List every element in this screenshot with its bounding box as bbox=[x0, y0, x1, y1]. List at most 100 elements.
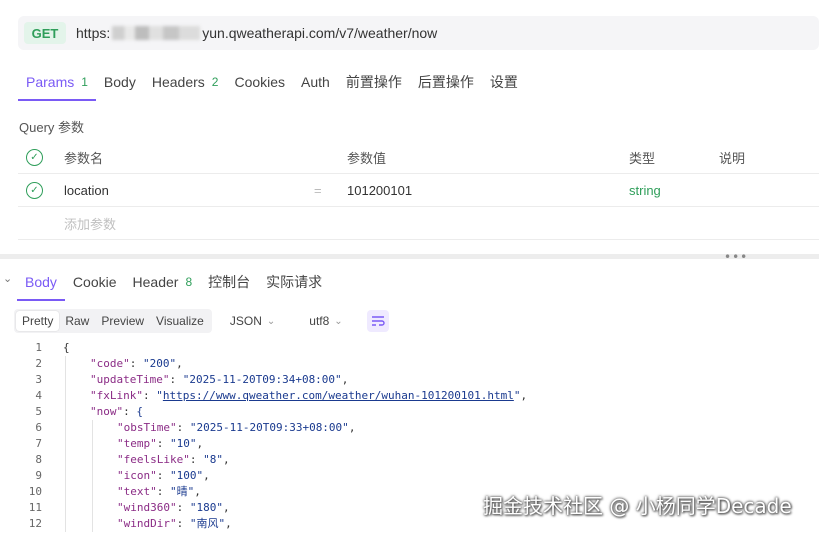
tab-label: Cookies bbox=[234, 74, 286, 90]
tab-post-script[interactable]: 后置操作 bbox=[410, 64, 482, 100]
tab-label: Body bbox=[25, 274, 57, 290]
json-key: "windDir" bbox=[117, 517, 177, 530]
code-line: 6 "obsTime": "2025-11-20T09:33+08:00", bbox=[0, 420, 819, 436]
watermark: 掘金技术社区 @ 小杨同学Decade bbox=[483, 494, 792, 518]
json-punct: , bbox=[341, 373, 349, 386]
indent-guide bbox=[65, 356, 66, 532]
json-value: "2025-11-20T09:34+08:00" bbox=[182, 373, 342, 386]
wrap-icon bbox=[371, 316, 385, 326]
tab-console[interactable]: 控制台 bbox=[200, 264, 258, 300]
encoding-select[interactable]: utf8 ⌄ bbox=[309, 314, 342, 328]
encoding-select-value: utf8 bbox=[309, 314, 330, 328]
chevron-down-icon: ⌄ bbox=[334, 315, 343, 327]
code-line: 5 "now": { bbox=[0, 404, 819, 420]
json-value: "晴" bbox=[170, 485, 195, 498]
tab-label: Body bbox=[103, 74, 136, 90]
tab-headers[interactable]: Headers 2 bbox=[144, 64, 227, 100]
redacted-url-segment bbox=[112, 26, 201, 40]
format-select[interactable]: JSON ⌄ bbox=[230, 314, 275, 328]
tab-pre-script[interactable]: 前置操作 bbox=[338, 64, 410, 100]
code-line: 1{ bbox=[0, 340, 819, 356]
tab-response-cookie[interactable]: Cookie bbox=[65, 264, 125, 300]
code-text: "code": "200", bbox=[90, 357, 183, 370]
json-key: "now" bbox=[90, 405, 124, 418]
params-table: ✓ 参数名 参数值 类型 说明 ✓ location = 101200101 s… bbox=[18, 141, 819, 240]
splitter-handle-icon[interactable]: ••• bbox=[724, 250, 748, 264]
http-method-badge[interactable]: GET bbox=[24, 22, 66, 44]
collapse-chevron-icon[interactable]: ⌄ bbox=[3, 272, 12, 285]
check-icon: ✓ bbox=[26, 182, 43, 199]
tab-params[interactable]: Params 1 bbox=[18, 64, 96, 101]
param-name-input[interactable]: location bbox=[64, 174, 109, 207]
column-header-desc: 说明 bbox=[719, 151, 746, 166]
code-text: "text": "晴", bbox=[117, 485, 201, 498]
json-key: "feelsLike" bbox=[117, 453, 190, 466]
line-number: 6 bbox=[35, 421, 42, 434]
json-key: "icon" bbox=[117, 469, 157, 482]
tab-actual-request[interactable]: 实际请求 bbox=[258, 264, 330, 300]
code-line: 2 "code": "200", bbox=[0, 356, 819, 372]
code-text: "feelsLike": "8", bbox=[117, 453, 230, 466]
json-punct: , bbox=[222, 453, 230, 466]
line-number: 4 bbox=[35, 389, 42, 402]
tab-label: Params bbox=[26, 74, 75, 90]
url-prefix: https: bbox=[76, 25, 111, 41]
json-value: "100" bbox=[170, 469, 204, 482]
param-value-input[interactable]: 101200101 bbox=[347, 174, 412, 207]
chevron-down-icon: ⌄ bbox=[266, 315, 276, 327]
json-value: { bbox=[136, 405, 143, 418]
tab-cookies[interactable]: Cookies bbox=[226, 64, 293, 100]
word-wrap-button[interactable] bbox=[366, 310, 389, 332]
view-mode-switch: Pretty Raw Preview Visualize bbox=[14, 309, 212, 333]
add-param-input[interactable]: 添加参数 bbox=[64, 207, 116, 240]
tab-response-header[interactable]: Header 8 bbox=[125, 264, 201, 300]
line-number: 1 bbox=[35, 341, 42, 354]
line-number: 11 bbox=[28, 501, 42, 514]
line-number: 9 bbox=[35, 469, 42, 482]
view-mode-pretty[interactable]: Pretty bbox=[16, 311, 60, 331]
json-key: "wind360" bbox=[117, 501, 177, 514]
view-mode-preview[interactable]: Preview bbox=[95, 311, 150, 331]
code-line: 9 "icon": "100", bbox=[0, 468, 819, 484]
table-row: ✓ location = 101200101 string bbox=[18, 174, 819, 207]
json-key: "temp" bbox=[117, 437, 157, 450]
tab-settings[interactable]: 设置 bbox=[482, 64, 526, 100]
code-text: "icon": "100", bbox=[117, 469, 210, 482]
tab-label: Auth bbox=[301, 74, 330, 90]
param-type-select[interactable]: string bbox=[629, 174, 661, 207]
indent-guide bbox=[92, 420, 93, 532]
tab-response-body[interactable]: Body bbox=[17, 264, 65, 301]
tab-label: 前置操作 bbox=[345, 74, 402, 90]
line-number: 12 bbox=[28, 517, 42, 530]
view-mode-raw[interactable]: Raw bbox=[59, 311, 95, 331]
url-suffix: yun.qweatherapi.com/v7/weather/now bbox=[202, 25, 438, 41]
row-checkbox[interactable]: ✓ bbox=[26, 174, 43, 207]
tab-auth[interactable]: Auth bbox=[293, 64, 338, 100]
column-header-name: 参数名 bbox=[64, 151, 104, 166]
query-section-title: Query 参数 bbox=[19, 120, 85, 135]
view-mode-visualize[interactable]: Visualize bbox=[150, 311, 210, 331]
json-key: "text" bbox=[117, 485, 157, 498]
code-text: "windDir": "南风", bbox=[117, 517, 232, 530]
json-punct: , bbox=[203, 469, 210, 482]
tab-body[interactable]: Body bbox=[96, 64, 144, 100]
json-punct: , bbox=[225, 517, 232, 530]
column-header-value: 参数值 bbox=[347, 151, 387, 166]
request-tabs: Params 1 Body Headers 2 Cookies Auth 前置操作 … bbox=[18, 64, 526, 102]
check-icon: ✓ bbox=[26, 149, 43, 166]
json-key: "updateTime" bbox=[90, 373, 170, 386]
column-header-type: 类型 bbox=[629, 151, 656, 166]
json-link[interactable]: https://www.qweather.com/weather/wuhan-1… bbox=[163, 389, 514, 402]
tab-count: 1 bbox=[81, 75, 88, 89]
json-punct: , bbox=[348, 421, 356, 434]
select-all-checkbox[interactable]: ✓ bbox=[26, 141, 43, 174]
code-text: "now": { bbox=[90, 405, 143, 418]
tab-label: 后置操作 bbox=[417, 74, 474, 90]
format-select-value: JSON bbox=[229, 314, 262, 328]
panel-splitter[interactable] bbox=[0, 254, 819, 259]
code-text: "obsTime": "2025-11-20T09:33+08:00", bbox=[117, 421, 356, 434]
url-input[interactable]: https: yun.qweatherapi.com/v7/weather/no… bbox=[76, 25, 437, 41]
line-number: 10 bbox=[28, 485, 42, 498]
url-bar[interactable]: GET https: yun.qweatherapi.com/v7/weathe… bbox=[18, 16, 819, 50]
json-value: "10" bbox=[170, 437, 197, 450]
